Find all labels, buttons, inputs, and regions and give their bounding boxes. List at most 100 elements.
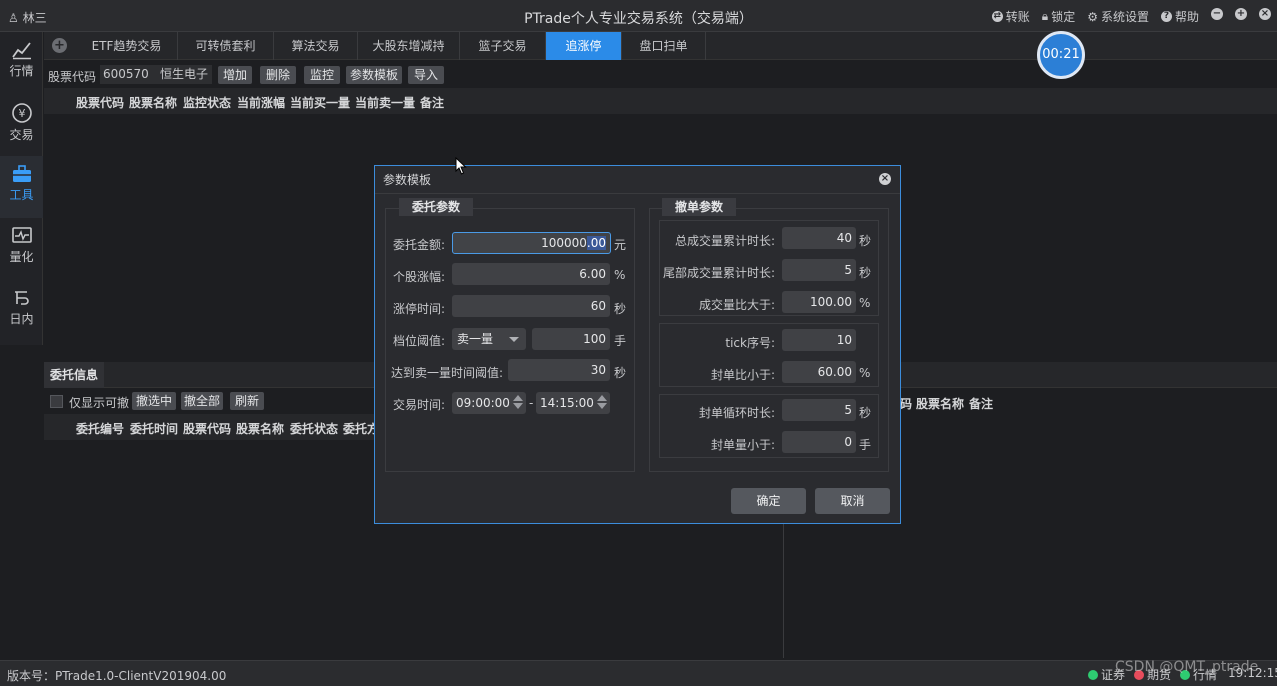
settings-button[interactable]: ⚙ 系统设置 [1087,8,1149,25]
status-bar: 版本号：PTrade1.0-ClientV201904.00 证券 期货 行情 … [0,660,1277,686]
sidebar-item-quant[interactable]: 量化 [0,218,43,280]
monitor-button[interactable]: 监控 [304,66,340,84]
col-order-stock-name[interactable]: 股票名称 [236,420,284,437]
ask1-time-threshold-input[interactable]: 30 [508,359,610,381]
limit-up-time-unit: 秒 [614,302,627,316]
tab-basket-trading[interactable]: 篮子交易 [460,32,546,60]
stock-code-input[interactable]: 600570 [100,65,156,84]
col-right-remark[interactable]: 备注 [969,395,993,412]
refresh-button[interactable]: 刷新 [230,392,264,410]
total-volume-duration-label: 总成交量累计时长: [674,234,775,248]
param-template-dialog: 参数模板 × 委托参数 委托金额: 100000.00 元 个股涨幅: 6.00… [374,165,901,524]
svg-text:¥: ¥ [18,107,25,120]
tab-algo-trading[interactable]: 算法交易 [274,32,358,60]
cancel-button[interactable]: 取消 [815,488,890,514]
col-order-stock-code[interactable]: 股票代码 [183,420,231,437]
intraday-icon [14,291,29,305]
transfer-button[interactable]: ⇄ 转账 [991,8,1030,25]
tool-tabs: + ETF趋势交易 可转债套利 算法交易 大股东增减持 篮子交易 追涨停 盘口扫… [44,32,1277,60]
minimize-button[interactable]: − [1211,8,1223,20]
stock-name-field: 恒生电子 [156,65,212,84]
cancellable-only-checkbox[interactable] [50,395,63,408]
stock-change-label: 个股涨幅: [392,270,445,284]
add-button[interactable]: 增加 [218,66,252,84]
sidebar: 行情 ¥ 交易 工具 量化 日内 [0,32,43,345]
sidebar-item-trade[interactable]: ¥ 交易 [0,94,43,156]
trade-end-time-input[interactable]: 14:15:00 [536,392,610,414]
tail-volume-duration-label: 尾部成交量累计时长: [662,266,775,280]
level-threshold-select[interactable]: 卖一量 [452,328,526,350]
tick-index-input[interactable]: 10 [782,329,856,351]
stock-change-unit: % [614,268,626,282]
title-bar: ♙ 林三 PTrade个人专业交易系统（交易端） ⇄ 转账 🔒︎ 锁定 ⚙ 系统设置 … [0,0,1277,32]
pulse-monitor-icon [11,227,32,243]
version-text: 版本号：PTrade1.0-ClientV201904.00 [7,669,227,683]
col-ask1-volume[interactable]: 当前卖一量 [355,94,415,111]
col-right-stock-name[interactable]: 股票名称 [916,395,964,412]
transfer-icon: ⇄ [991,11,1003,22]
help-button[interactable]: ? 帮助 [1160,8,1199,25]
chevron-down-icon [509,337,519,342]
order-amount-input[interactable]: 100000.00 [452,232,611,254]
yen-circle-icon: ¥ [11,103,32,123]
col-order-id[interactable]: 委托编号 [76,420,124,437]
user-name: 林三 [22,11,47,25]
seal-volume-input[interactable]: 0 [782,431,856,453]
cancel-all-button[interactable]: 撤全部 [181,392,223,410]
seal-loop-duration-input[interactable]: 5 [782,399,856,421]
total-volume-duration-unit: 秒 [859,234,872,248]
stock-change-input[interactable]: 6.00 [452,263,610,285]
tab-convertible-arbitrage[interactable]: 可转债套利 [178,32,274,60]
tab-etf-trend[interactable]: ETF趋势交易 [76,32,178,60]
lock-button[interactable]: 🔒︎ 锁定 [1042,8,1075,25]
cancel-selected-button[interactable]: 撤选中 [132,392,176,410]
monitor-table-header: 股票代码 股票名称 监控状态 当前涨幅 当前买一量 当前卖一量 备注 [44,88,1277,114]
seal-volume-unit: 手 [859,438,872,452]
import-button[interactable]: 导入 [408,66,444,84]
col-order-time[interactable]: 委托时间 [130,420,178,437]
watermark: CSDN @QMT_ptrade [1115,659,1259,675]
add-tab-icon[interactable]: + [52,38,67,53]
order-amount-unit: 元 [614,238,627,252]
col-stock-name[interactable]: 股票名称 [129,94,177,111]
spinner-icon[interactable] [597,395,607,409]
level-threshold-label: 档位阈值: [392,334,445,348]
total-volume-duration-input[interactable]: 40 [782,227,856,249]
tail-volume-duration-input[interactable]: 5 [782,259,856,281]
user-icon: ♙ [8,11,19,25]
param-template-button[interactable]: 参数模板 [346,66,402,84]
sidebar-item-market[interactable]: 行情 [0,32,43,94]
tail-volume-duration-unit: 秒 [859,266,872,280]
tab-limit-up-chase[interactable]: 追涨停 [546,32,622,60]
volume-ratio-input[interactable]: 100.00 [782,291,856,313]
seal-ratio-input[interactable]: 60.00 [782,361,856,383]
tab-order-info[interactable]: 委托信息 [44,362,104,388]
level-threshold-input[interactable]: 100 [532,328,610,350]
confirm-button[interactable]: 确定 [731,488,806,514]
tab-major-holder[interactable]: 大股东增减持 [358,32,460,60]
col-remark[interactable]: 备注 [420,94,444,111]
col-bid1-volume[interactable]: 当前买一量 [290,94,350,111]
col-right-code[interactable]: 码 [900,395,912,412]
maximize-button[interactable]: + [1235,8,1247,20]
close-button[interactable]: × [1259,8,1271,20]
limit-up-time-input[interactable]: 60 [452,295,610,317]
tick-index-label: tick序号: [725,336,775,350]
chart-line-icon [11,42,31,60]
trade-start-time-input[interactable]: 09:00:00 [452,392,526,414]
limit-up-time-label: 涨停时间: [392,302,445,316]
level-threshold-unit: 手 [614,334,627,348]
col-current-change[interactable]: 当前涨幅 [237,94,285,111]
spinner-icon[interactable] [513,395,523,409]
col-monitor-status[interactable]: 监控状态 [183,94,231,111]
tab-order-book-sweep[interactable]: 盘口扫单 [622,32,706,60]
sidebar-item-intraday[interactable]: 日内 [0,280,43,342]
col-order-status[interactable]: 委托状态 [290,420,338,437]
seal-ratio-label: 封单比小于: [710,368,775,382]
close-icon[interactable]: × [879,173,891,185]
user-menu[interactable]: ♙ 林三 [8,9,47,26]
delete-button[interactable]: 删除 [260,66,296,84]
volume-ratio-label: 成交量比大于: [698,298,775,312]
sidebar-item-tools[interactable]: 工具 [0,156,43,218]
col-stock-code[interactable]: 股票代码 [76,94,124,111]
